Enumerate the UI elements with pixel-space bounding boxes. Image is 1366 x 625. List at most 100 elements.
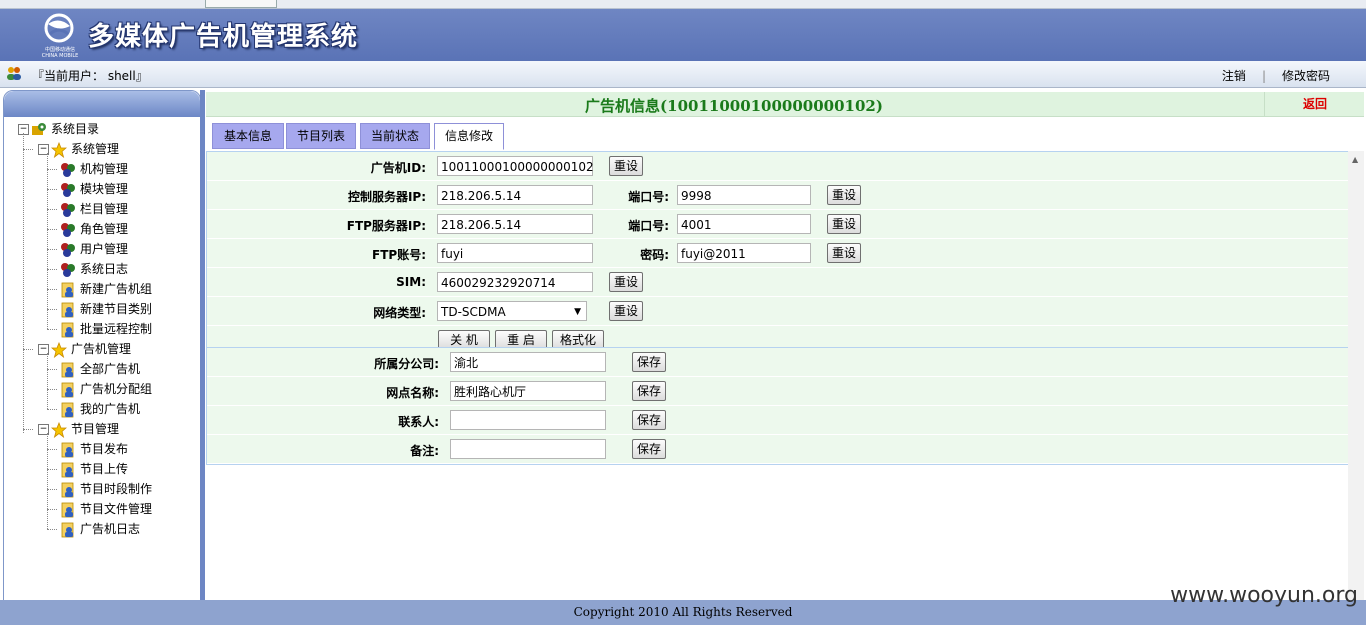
- contact-input[interactable]: [450, 410, 606, 430]
- logo-caption: 中国移动通信 CHINA MOBILE: [35, 47, 85, 59]
- sim-input[interactable]: 460029232920714: [437, 272, 593, 292]
- logout-link[interactable]: 注销: [1222, 69, 1246, 83]
- tree-item[interactable]: 新建广告机组: [60, 279, 152, 299]
- form-row: 网络类型: TD-SCDMA ▼ 重设: [207, 297, 1349, 326]
- site-name-input[interactable]: 胜利路心机厅: [450, 381, 606, 401]
- ctrl-port-input[interactable]: 9998: [677, 185, 811, 205]
- tree-group[interactable]: − 广告机管理: [38, 339, 131, 359]
- tree-group[interactable]: − 节目管理: [38, 419, 119, 439]
- tab-current-status[interactable]: 当前状态: [360, 123, 430, 149]
- tree-item[interactable]: 栏目管理: [60, 199, 128, 219]
- tree-label: 用户管理: [80, 242, 129, 256]
- tree-label: 系统目录: [51, 122, 100, 136]
- module-icon: [61, 222, 75, 237]
- tree-connector: [47, 269, 57, 270]
- tree-item[interactable]: 全部广告机: [60, 359, 140, 379]
- tree-item[interactable]: 广告机分配组: [60, 379, 152, 399]
- tree-connector: [47, 249, 57, 250]
- ctrl-port-label: 端口号:: [628, 190, 669, 204]
- branch-label: 所属分公司:: [374, 357, 439, 371]
- title-bar: 广告机信息(10011000100000000102) 返回: [206, 92, 1364, 117]
- page-title: 广告机信息(10011000100000000102): [585, 97, 883, 115]
- tree-item[interactable]: 新建节目类别: [60, 299, 152, 319]
- branch-input[interactable]: 渝北: [450, 352, 606, 372]
- ftp-port-label: 端口号:: [628, 219, 669, 233]
- tab-basic-info[interactable]: 基本信息: [212, 123, 284, 149]
- vertical-scrollbar[interactable]: ▲: [1348, 151, 1364, 600]
- tree-item[interactable]: 节目文件管理: [60, 499, 152, 519]
- sidebar-header: [4, 91, 200, 117]
- reset-ctrl-button[interactable]: 重设: [827, 185, 861, 205]
- save-site-button[interactable]: 保存: [632, 381, 666, 401]
- reset-device-id-button[interactable]: 重设: [609, 156, 643, 176]
- tree-label: 节目时段制作: [80, 482, 153, 496]
- device-id-input[interactable]: 10011000100000000102: [437, 156, 594, 176]
- link-separator: |: [1261, 69, 1266, 83]
- footer: Copyright 2010 All Rights Reserved www.w…: [0, 583, 1366, 625]
- save-note-button[interactable]: 保存: [632, 439, 666, 459]
- browser-tab[interactable]: [205, 0, 277, 8]
- password-input[interactable]: fuyi@2011: [677, 243, 811, 263]
- tree-connector: [47, 209, 57, 210]
- tree-connector: [23, 349, 33, 350]
- save-branch-button[interactable]: 保存: [632, 352, 666, 372]
- back-link[interactable]: 返回: [1264, 92, 1365, 116]
- reset-network-button[interactable]: 重设: [609, 301, 643, 321]
- user-page-icon: [61, 462, 74, 477]
- sidebar-splitter[interactable]: [200, 90, 205, 600]
- user-page-icon: [61, 442, 74, 457]
- note-input[interactable]: [450, 439, 606, 459]
- tree-item[interactable]: 批量远程控制: [60, 319, 152, 339]
- tree-connector: [23, 429, 33, 430]
- ctrl-ip-input[interactable]: 218.206.5.14: [437, 185, 593, 205]
- tree-connector: [47, 449, 57, 450]
- star-folder-icon: [51, 421, 67, 438]
- module-icon: [61, 202, 75, 217]
- tree-item[interactable]: 广告机日志: [60, 519, 140, 539]
- change-password-link[interactable]: 修改密码: [1282, 69, 1330, 83]
- form-row: FTP账号: fuyi 密码: fuyi@2011 重设: [207, 239, 1349, 268]
- tree-connector: [47, 309, 57, 310]
- tree-item[interactable]: 节目发布: [60, 439, 128, 459]
- reset-ftp-button[interactable]: 重设: [827, 214, 861, 234]
- tab-program-list[interactable]: 节目列表: [286, 123, 356, 149]
- network-type-select[interactable]: TD-SCDMA ▼: [437, 301, 587, 321]
- app-title: 多媒体广告机管理系统: [88, 22, 359, 52]
- tree-root[interactable]: − 系统目录: [18, 119, 99, 139]
- tree-item[interactable]: 我的广告机: [60, 399, 140, 419]
- ftp-account-input[interactable]: fuyi: [437, 243, 593, 263]
- reset-account-button[interactable]: 重设: [827, 243, 861, 263]
- tree-item[interactable]: 角色管理: [60, 219, 128, 239]
- user-bar: 『当前用户： shell』 注销 | 修改密码: [0, 61, 1366, 88]
- scroll-up-icon[interactable]: ▲: [1352, 155, 1358, 164]
- tree-connector: [47, 229, 57, 230]
- form-row: FTP服务器IP: 218.206.5.14 端口号: 4001 重设: [207, 210, 1349, 239]
- tree-label: 批量远程控制: [80, 322, 153, 336]
- tree-connector: [47, 329, 57, 330]
- tree-label: 广告机管理: [71, 342, 132, 356]
- users-icon: [7, 67, 21, 80]
- contact-label: 联系人:: [398, 415, 439, 429]
- form-row: 所属分公司: 渝北 保存: [207, 348, 1349, 377]
- tree-item[interactable]: 用户管理: [60, 239, 128, 259]
- note-label: 备注:: [410, 444, 439, 458]
- tree-item[interactable]: 节目时段制作: [60, 479, 152, 499]
- tree-item[interactable]: 系统日志: [60, 259, 128, 279]
- tree-item[interactable]: 机构管理: [60, 159, 128, 179]
- tree-item[interactable]: 模块管理: [60, 179, 128, 199]
- form-row: 备注: 保存: [207, 435, 1349, 464]
- tree-label: 节目管理: [71, 422, 120, 436]
- ftp-ip-input[interactable]: 218.206.5.14: [437, 214, 593, 234]
- tree-label: 我的广告机: [80, 402, 141, 416]
- tab-edit-info[interactable]: 信息修改: [434, 123, 504, 150]
- tree-item[interactable]: 节目上传: [60, 459, 128, 479]
- device-config-form: 广告机ID: 10011000100000000102 重设 控制服务器IP: …: [206, 151, 1350, 356]
- reset-sim-button[interactable]: 重设: [609, 272, 643, 292]
- star-folder-icon: [51, 141, 67, 158]
- tree-group[interactable]: − 系统管理: [38, 139, 119, 159]
- ftp-port-input[interactable]: 4001: [677, 214, 811, 234]
- tree-connector: [47, 389, 57, 390]
- sidebar: − 系统目录 − 系统管理 机构管理 模块管理 栏目管理 角色管理用户管理系统日志 新建广告机组…: [3, 90, 201, 602]
- save-contact-button[interactable]: 保存: [632, 410, 666, 430]
- form-row: 联系人: 保存: [207, 406, 1349, 435]
